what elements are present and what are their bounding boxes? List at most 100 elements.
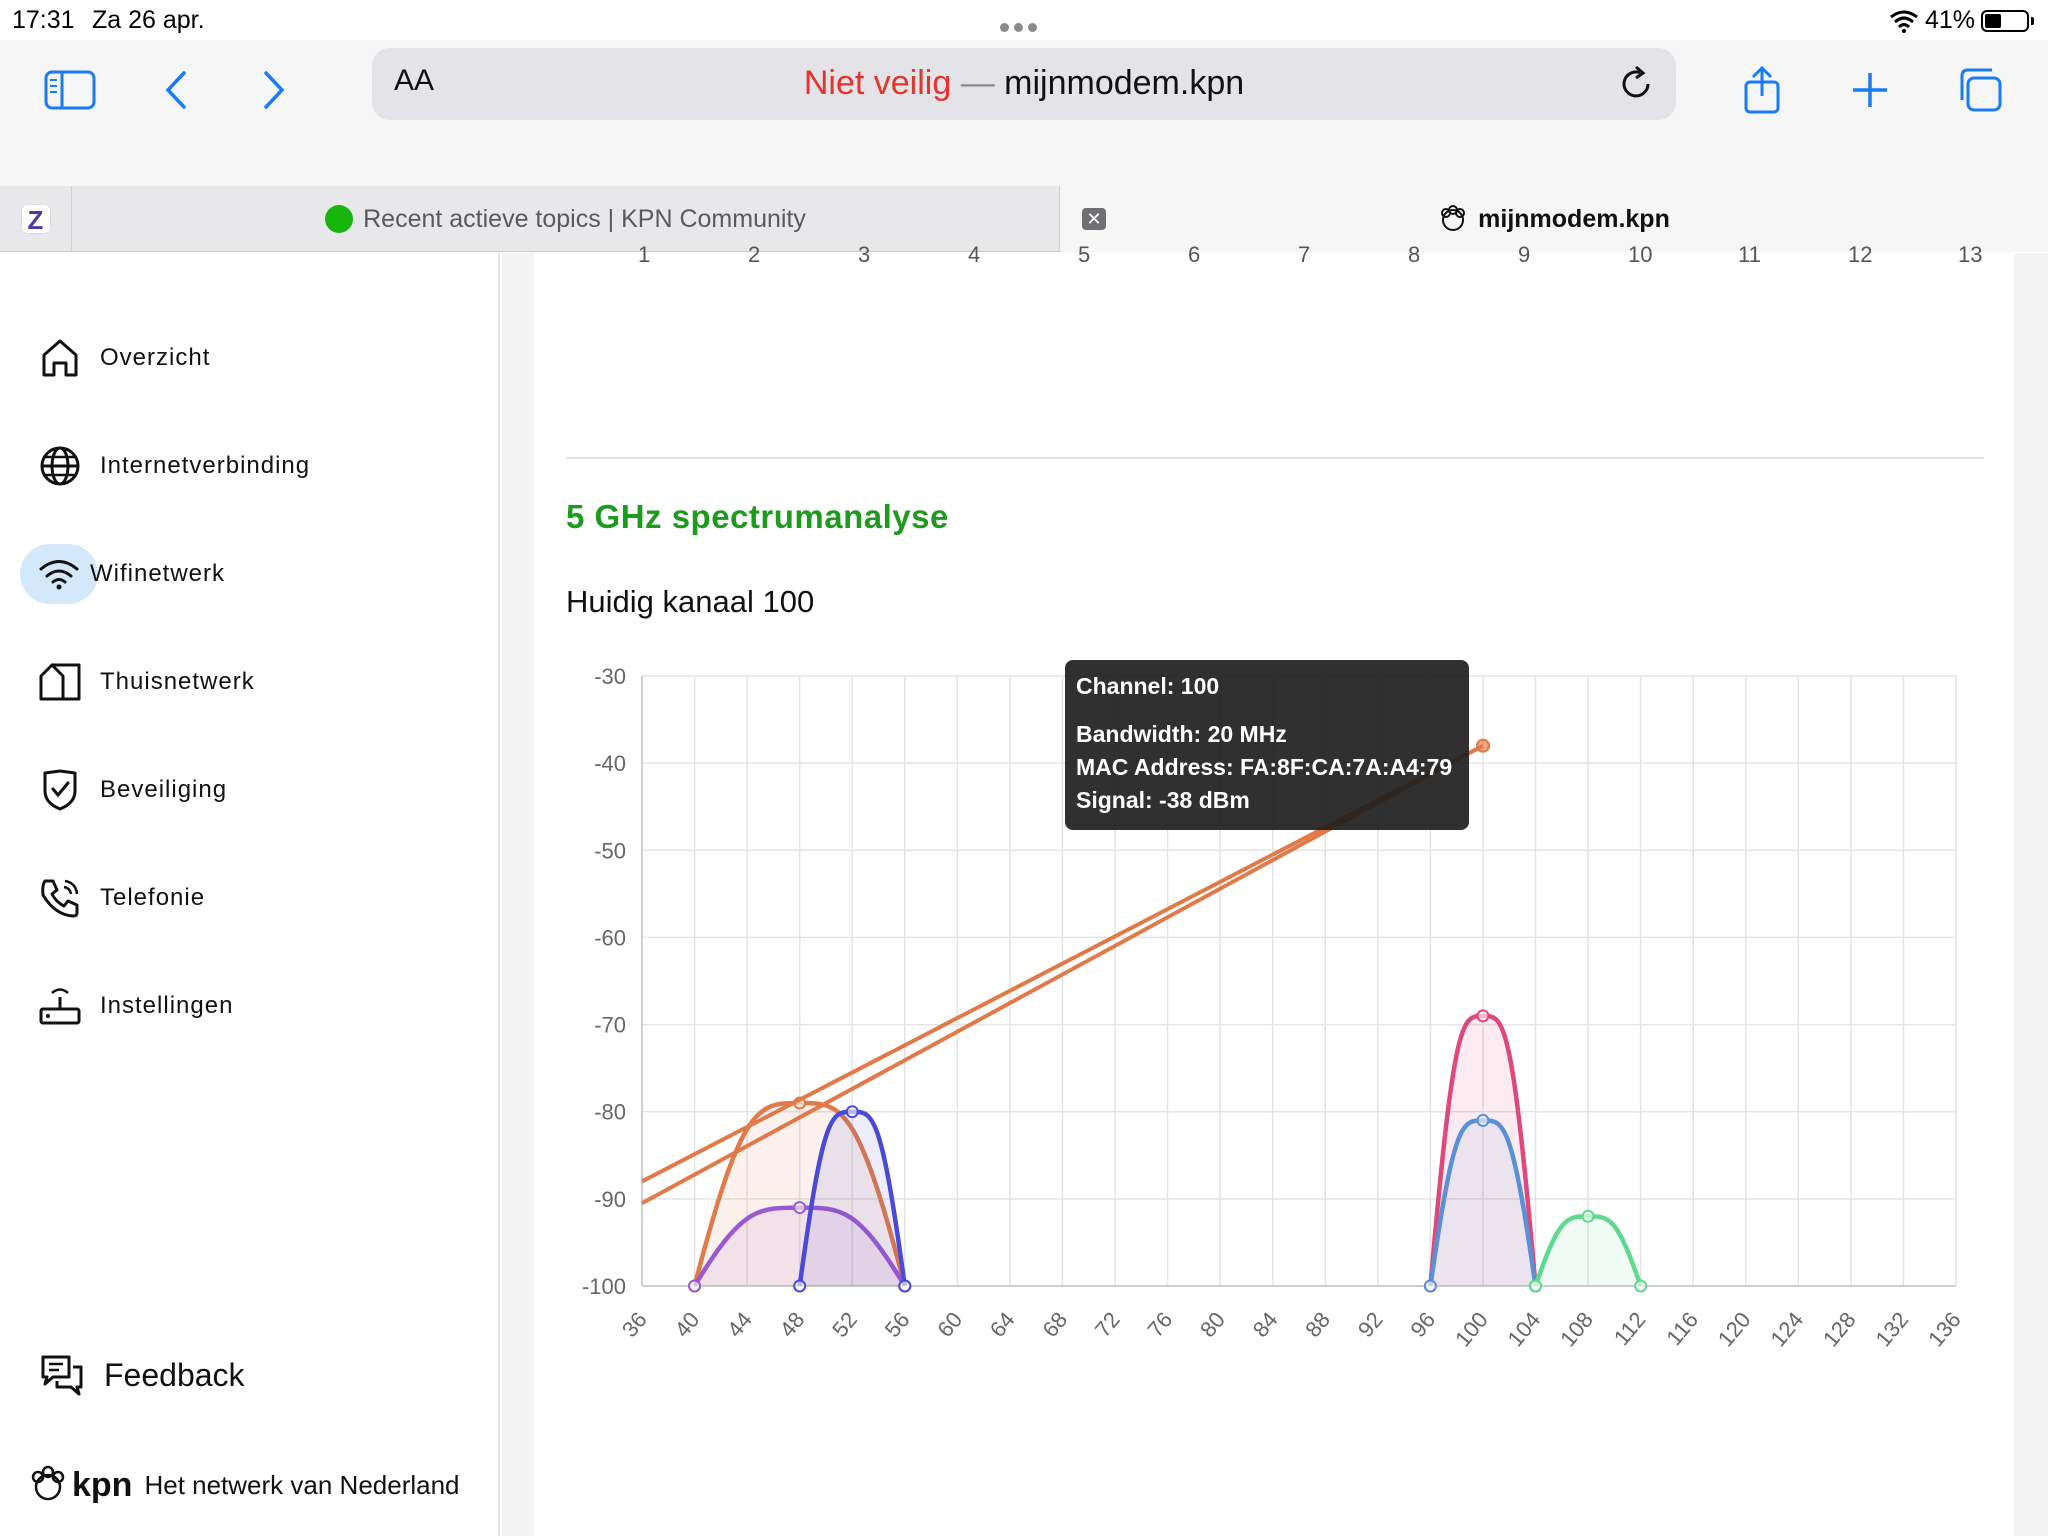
sidebar-item-label: Telefonie	[100, 884, 206, 911]
kpn-tagline: Het netwerk van Nederland	[144, 1469, 460, 1500]
sidebar-item-label: Wifinetwerk	[90, 560, 226, 587]
share-icon[interactable]	[1734, 62, 1790, 118]
prev-axis-tick: 13	[1958, 242, 1983, 267]
home-icon	[30, 328, 90, 388]
prev-axis-tick: 6	[1188, 242, 1201, 267]
kpn-footer: kpn Het netwerk van Nederland	[28, 1465, 460, 1505]
router-icon	[30, 976, 90, 1036]
feedback-button[interactable]: Feedback	[32, 1345, 245, 1405]
status-date: Za 26 apr.	[92, 6, 205, 34]
series-point	[1423, 1279, 1437, 1293]
multitasking-dots-icon[interactable]	[1000, 10, 1048, 32]
x-tick-label: 116	[1661, 1307, 1703, 1350]
x-tick-label: 72	[1090, 1307, 1125, 1342]
url-display[interactable]: Niet veilig — mijnmodem.kpn	[372, 64, 1676, 103]
prev-axis-tick: 3	[858, 242, 871, 267]
series-point	[1529, 1279, 1543, 1293]
kpn-logo: kpn	[72, 1465, 133, 1504]
new-tab-icon[interactable]	[1842, 62, 1898, 118]
forward-icon[interactable]	[246, 62, 302, 118]
tabs-overview-icon[interactable]	[1952, 62, 2008, 118]
sidebar-nav: Overzicht Internetverbinding Wifinetwerk…	[0, 253, 500, 1536]
x-tick-label: 120	[1713, 1307, 1756, 1351]
reload-icon[interactable]	[1616, 64, 1656, 104]
kpn-community-favicon-icon	[325, 205, 354, 233]
tooltip-signal: Signal: -38 dBm	[1076, 787, 1250, 813]
x-tick-label: 128	[1818, 1307, 1861, 1351]
tooltip-bandwidth: Bandwidth: 20 MHz	[1076, 721, 1287, 747]
x-tick-label: 92	[1353, 1307, 1388, 1342]
x-tick-label: 36	[617, 1307, 652, 1342]
sidebar-item-overzicht[interactable]: Overzicht	[30, 328, 210, 388]
z-app-icon: Z	[20, 204, 51, 235]
y-tick-label: -60	[594, 925, 626, 950]
battery-percent: 41%	[1924, 6, 1975, 34]
sidebar-item-wifinetwerk[interactable]: Wifinetwerk	[20, 544, 226, 604]
x-tick-label: 56	[880, 1307, 915, 1342]
series-point	[845, 1105, 859, 1119]
x-tick-label: 40	[670, 1307, 705, 1342]
kpn-favicon-icon	[1441, 205, 1466, 231]
kpn-crown-logo-icon	[31, 1465, 65, 1501]
x-tick-label: 76	[1143, 1307, 1178, 1342]
sidebar-item-telefonie[interactable]: Telefonie	[30, 868, 205, 928]
series-area	[1535, 1216, 1641, 1286]
y-tick-label: -100	[582, 1274, 626, 1299]
x-tick-label: 80	[1195, 1307, 1230, 1342]
sidebar-item-beveiliging[interactable]: Beveiliging	[30, 760, 227, 820]
y-tick-label: -50	[594, 838, 626, 863]
series-point	[1475, 738, 1490, 753]
series-point	[898, 1279, 912, 1293]
series-point	[1634, 1279, 1648, 1293]
tooltip-mac: MAC Address: FA:8F:CA:7A:A4:79	[1076, 754, 1453, 780]
prev-axis-tick: 1	[638, 242, 651, 267]
prev-axis-tick: 9	[1518, 242, 1531, 267]
x-tick-label: 132	[1871, 1307, 1914, 1351]
series-point	[688, 1279, 702, 1293]
x-tick-label: 52	[827, 1307, 862, 1342]
x-tick-label: 100	[1450, 1307, 1493, 1351]
x-tick-label: 96	[1405, 1307, 1440, 1342]
tab-mijnmodem[interactable]: ✕ mijnmodem.kpn	[1060, 186, 2048, 252]
close-tab-icon[interactable]: ✕	[1082, 208, 1106, 230]
y-tick-label: -30	[594, 664, 626, 689]
series-point	[793, 1201, 807, 1215]
x-tick-label: 112	[1609, 1307, 1651, 1350]
wifi-status-icon	[1890, 10, 1918, 33]
sidebar-item-label: Instellingen	[100, 992, 234, 1019]
wifi-icon	[20, 544, 98, 604]
address-bar[interactable]: AA Niet veilig — mijnmodem.kpn	[372, 48, 1676, 120]
prev-axis-tick: 2	[748, 242, 761, 267]
sidebar-item-internetverbinding[interactable]: Internetverbinding	[30, 436, 310, 496]
x-tick-label: 124	[1765, 1307, 1808, 1351]
prev-axis-tick: 7	[1298, 242, 1311, 267]
y-tick-label: -70	[594, 1013, 626, 1038]
globe-icon	[30, 436, 90, 496]
shield-icon	[30, 760, 90, 820]
pinned-tab[interactable]: Z	[0, 186, 72, 252]
series-point	[1476, 1113, 1490, 1127]
sidebar-item-instellingen[interactable]: Instellingen	[30, 976, 233, 1036]
x-tick-label: 48	[775, 1307, 810, 1342]
sidebar-item-thuisnetwerk[interactable]: Thuisnetwerk	[30, 652, 255, 712]
chart-tooltip: Channel: 100 Bandwidth: 20 MHz MAC Addre…	[1065, 660, 1469, 830]
x-tick-label: 108	[1555, 1307, 1598, 1351]
tooltip-channel: Channel: 100	[1076, 673, 1220, 699]
current-channel: Huidig kanaal 100	[566, 584, 815, 619]
section-title: 5 GHz spectrumanalyse	[566, 498, 949, 535]
back-icon[interactable]	[148, 62, 204, 118]
section-divider	[566, 457, 1984, 459]
y-tick-label: -90	[594, 1187, 626, 1212]
status-bar: 17:31 Za 26 apr. 41%	[0, 0, 2048, 40]
sidebar-toggle-icon[interactable]	[42, 62, 98, 118]
x-tick-label: 104	[1503, 1307, 1546, 1351]
series-point	[1476, 1009, 1490, 1023]
battery-icon	[1981, 9, 2029, 32]
tab-kpn-community[interactable]: Recent actieve topics | KPN Community	[72, 186, 1060, 252]
prev-axis-tick: 8	[1408, 242, 1421, 267]
x-tick-label: 44	[722, 1307, 757, 1342]
not-secure-warning: Niet veilig	[803, 64, 952, 102]
home-network-icon	[30, 652, 90, 712]
prev-axis-tick: 12	[1848, 242, 1873, 267]
sidebar-item-label: Internetverbinding	[100, 452, 311, 479]
